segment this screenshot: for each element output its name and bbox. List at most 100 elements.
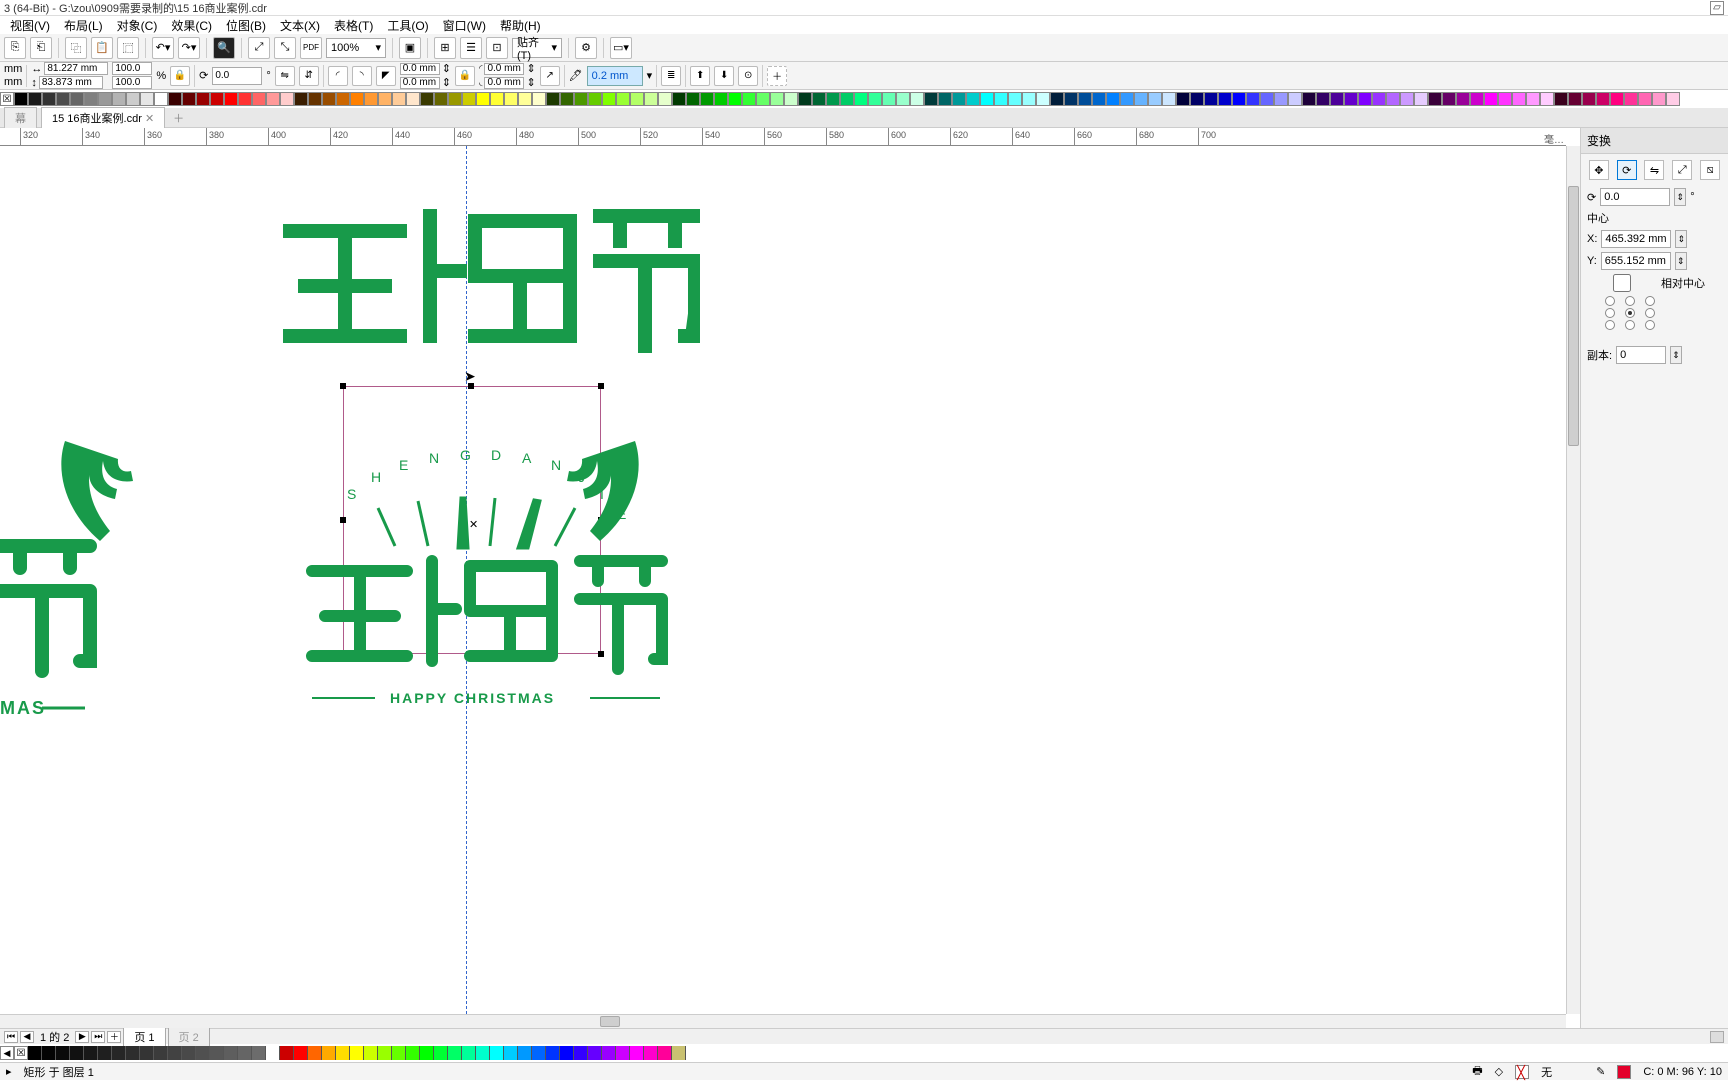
page-last-icon[interactable]: ⏭ [91, 1031, 105, 1043]
color-swatch[interactable] [1134, 92, 1148, 106]
color-swatch[interactable] [1078, 92, 1092, 106]
color-swatch[interactable] [854, 92, 868, 106]
color-swatch[interactable] [126, 92, 140, 106]
search-icon[interactable]: 🔍 [213, 37, 235, 59]
color-swatch[interactable] [434, 1046, 448, 1060]
color-swatch[interactable] [70, 92, 84, 106]
color-swatch[interactable] [1414, 92, 1428, 106]
page-next-icon[interactable]: ▶ [75, 1031, 89, 1043]
menu-view[interactable]: 视图(V) [4, 17, 56, 34]
tab-welcome[interactable]: 幕 [4, 107, 37, 128]
color-swatch[interactable] [98, 1046, 112, 1060]
color-swatch[interactable] [196, 1046, 210, 1060]
align-icon[interactable]: ⊞ [434, 37, 456, 59]
color-swatch[interactable] [280, 1046, 294, 1060]
color-swatch[interactable] [1568, 92, 1582, 106]
color-swatch[interactable] [42, 92, 56, 106]
color-swatch[interactable] [448, 1046, 462, 1060]
color-swatch[interactable] [1470, 92, 1484, 106]
color-swatch[interactable] [266, 92, 280, 106]
page-prev-icon[interactable]: ◀ [20, 1031, 34, 1043]
color-swatch[interactable] [826, 92, 840, 106]
clone-icon[interactable]: ⿸ [117, 37, 139, 59]
color-swatch[interactable] [406, 92, 420, 106]
color-swatch[interactable] [364, 92, 378, 106]
color-swatch[interactable] [140, 92, 154, 106]
ruler-horizontal[interactable]: 3203403603804004204404604805005205405605… [0, 128, 1566, 146]
color-swatch[interactable] [210, 92, 224, 106]
fullscreen-icon[interactable]: ▣ [399, 37, 421, 59]
redo-icon[interactable]: ↷▾ [178, 37, 200, 59]
snap-dropdown[interactable]: 贴齐(T) ▾ [512, 38, 562, 58]
vertical-scrollbar[interactable] [1566, 146, 1580, 1014]
color-swatch[interactable] [700, 92, 714, 106]
color-swatch[interactable] [1442, 92, 1456, 106]
color-swatch[interactable] [1204, 92, 1218, 106]
color-swatch[interactable] [672, 92, 686, 106]
pdf-icon[interactable]: PDF [300, 37, 322, 59]
corner-tr[interactable] [484, 63, 524, 75]
tab-file[interactable]: 15 16商业案例.cdr ✕ [41, 107, 165, 128]
color-swatch[interactable] [672, 1046, 686, 1060]
corner-lock-icon[interactable]: 🔒 [455, 66, 475, 86]
size-tab-icon[interactable]: ⤢ [1672, 160, 1692, 180]
color-swatch[interactable] [798, 92, 812, 106]
spinner-icon[interactable]: ⇕ [1674, 188, 1686, 206]
transform-icon[interactable]: ⊡ [486, 37, 508, 59]
color-swatch[interactable] [336, 92, 350, 106]
color-swatch[interactable] [980, 92, 994, 106]
color-swatch[interactable] [1218, 92, 1232, 106]
color-swatch[interactable] [602, 1046, 616, 1060]
color-swatch[interactable] [630, 1046, 644, 1060]
color-swatch[interactable] [714, 92, 728, 106]
color-swatch[interactable] [168, 1046, 182, 1060]
menu-text[interactable]: 文本(X) [274, 17, 326, 34]
color-swatch[interactable] [1092, 92, 1106, 106]
color-swatch[interactable] [1232, 92, 1246, 106]
color-swatch[interactable] [770, 92, 784, 106]
obj-width[interactable] [44, 62, 108, 75]
color-swatch[interactable] [1288, 92, 1302, 106]
position-tab-icon[interactable]: ✥ [1589, 160, 1609, 180]
color-swatch[interactable] [1064, 92, 1078, 106]
copy-icon[interactable]: ⿻ [65, 37, 87, 59]
close-tab-icon[interactable]: ✕ [145, 113, 154, 125]
color-swatch[interactable] [182, 1046, 196, 1060]
scale-y[interactable] [112, 76, 152, 89]
color-swatch[interactable] [154, 92, 168, 106]
color-swatch[interactable] [140, 1046, 154, 1060]
zoom-in-icon[interactable]: ⤢ [248, 37, 270, 59]
color-swatch[interactable] [574, 92, 588, 106]
page-tab-2[interactable]: 页 2 [168, 1027, 210, 1047]
color-swatch[interactable] [476, 1046, 490, 1060]
color-swatch[interactable] [1498, 92, 1512, 106]
color-swatch[interactable] [1120, 92, 1134, 106]
color-swatch[interactable] [518, 1046, 532, 1060]
color-swatch[interactable] [238, 1046, 252, 1060]
rotate-tab-icon[interactable]: ⟳ [1617, 160, 1637, 180]
color-swatch[interactable] [728, 92, 742, 106]
corner-scallop-icon[interactable]: ◝ [352, 66, 372, 86]
color-swatch[interactable] [56, 1046, 70, 1060]
hscroll-right-icon[interactable] [1710, 1031, 1724, 1043]
color-swatch[interactable] [420, 1046, 434, 1060]
menu-window[interactable]: 窗口(W) [437, 17, 492, 34]
color-swatch[interactable] [1596, 92, 1610, 106]
wrap-text-icon[interactable]: ≣ [661, 66, 681, 86]
no-fill-icon[interactable]: ☒ [14, 1046, 28, 1060]
color-swatch[interactable] [896, 92, 910, 106]
color-swatch[interactable] [476, 92, 490, 106]
to-front-icon[interactable]: ⬆ [690, 66, 710, 86]
color-swatch[interactable] [154, 1046, 168, 1060]
rotation-angle[interactable] [212, 67, 262, 85]
color-swatch[interactable] [322, 1046, 336, 1060]
color-swatch[interactable] [1302, 92, 1316, 106]
add-icon[interactable]: ＋ [767, 66, 787, 86]
horizontal-scrollbar[interactable] [0, 1014, 1566, 1028]
mirror-tab-icon[interactable]: ⇋ [1644, 160, 1664, 180]
color-swatch[interactable] [224, 92, 238, 106]
page-tab-1[interactable]: 页 1 [123, 1027, 165, 1047]
zoom-level[interactable]: 100%▾ [326, 38, 386, 58]
color-swatch[interactable] [546, 92, 560, 106]
color-swatch[interactable] [14, 92, 28, 106]
